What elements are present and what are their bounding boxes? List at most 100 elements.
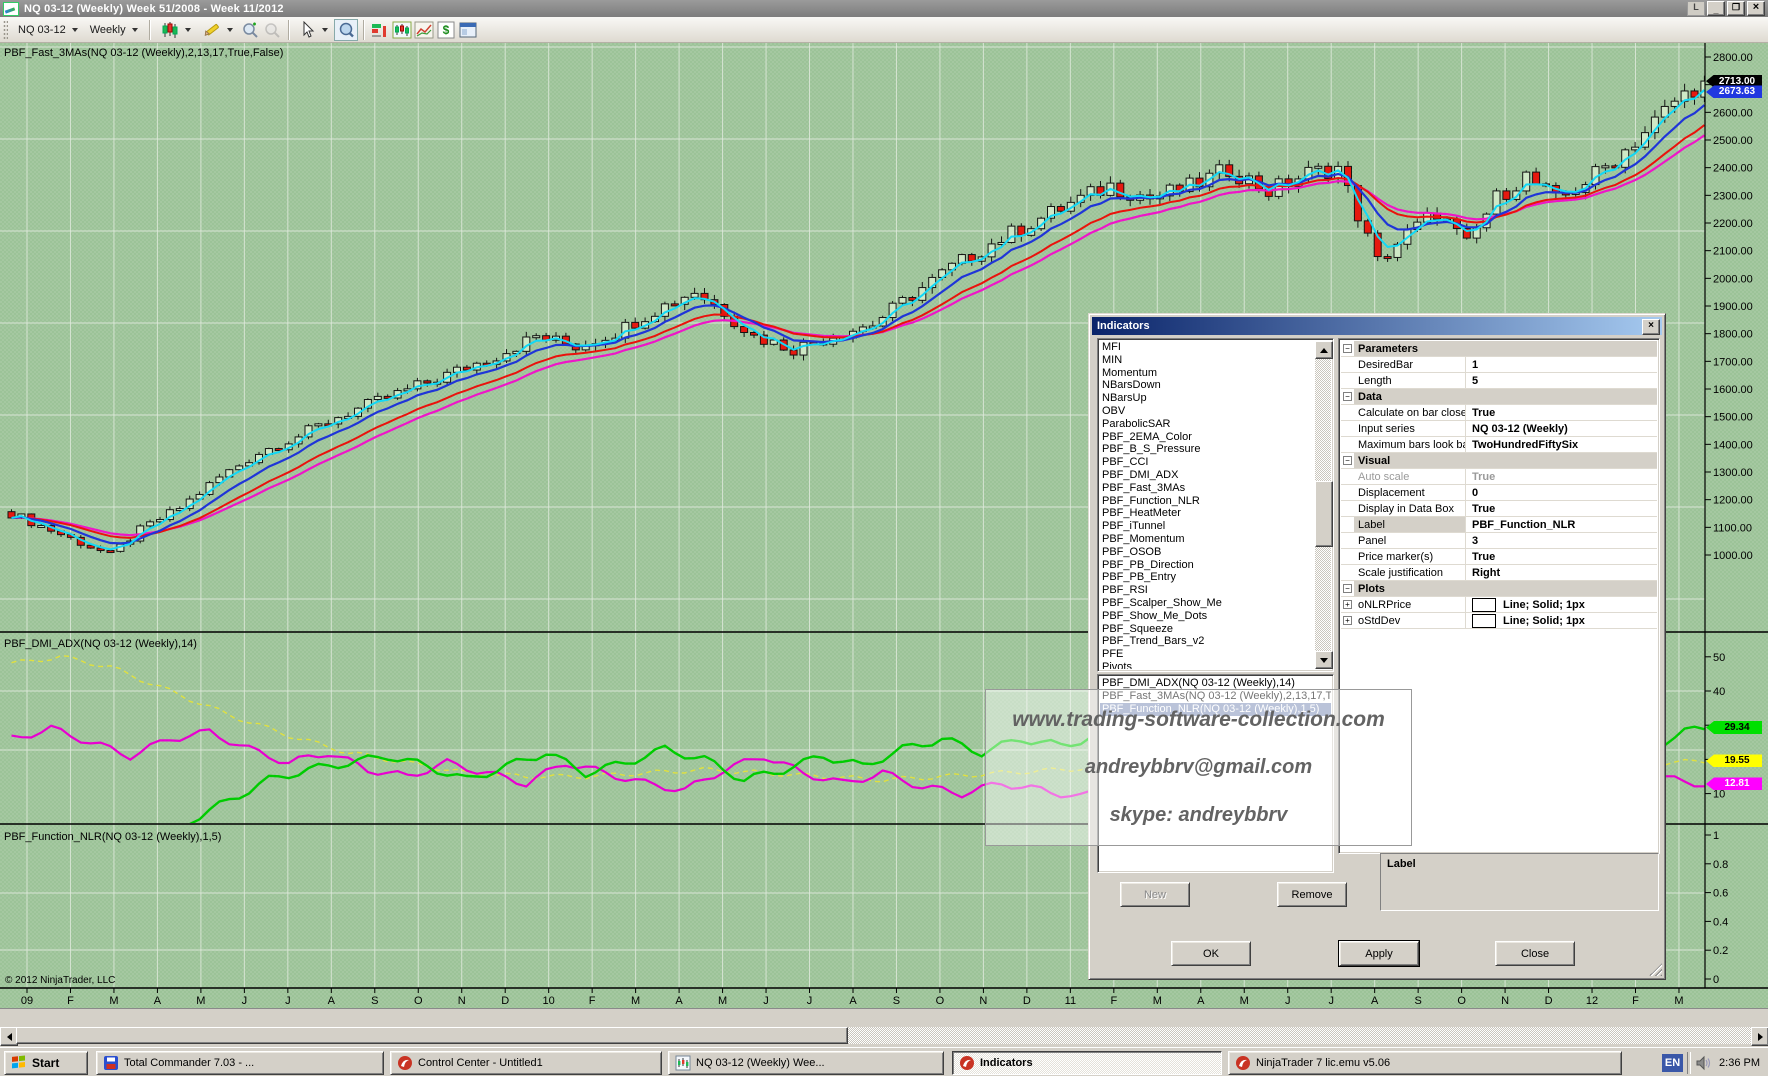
property-row[interactable]: Display in Data BoxTrue bbox=[1341, 501, 1657, 517]
zoom-in-button[interactable] bbox=[239, 20, 261, 40]
taskbar-button-ninjatrader-7-lic-emu-v5-06[interactable]: NinjaTrader 7 lic.emu v5.06 bbox=[1228, 1051, 1622, 1075]
property-value[interactable]: Right bbox=[1466, 565, 1657, 580]
property-value[interactable]: 5 bbox=[1466, 373, 1657, 388]
taskbar-button-indicators[interactable]: Indicators bbox=[952, 1051, 1222, 1075]
new-chart-button[interactable] bbox=[391, 20, 413, 40]
property-value[interactable]: Line; Solid; 1px bbox=[1466, 597, 1657, 612]
indicator-list-item[interactable]: PBF_Fast_3MAs bbox=[1100, 482, 1315, 495]
indicator-list-item[interactable]: PBF_CCI bbox=[1100, 456, 1315, 469]
property-value[interactable]: True bbox=[1466, 501, 1657, 516]
collapse-icon[interactable]: − bbox=[1343, 456, 1352, 465]
clock[interactable]: 2:36 PM bbox=[1713, 1057, 1768, 1069]
expand-icon[interactable]: + bbox=[1343, 600, 1352, 609]
scroll-down-button[interactable] bbox=[1315, 651, 1333, 669]
property-value[interactable]: PBF_Function_NLR bbox=[1466, 517, 1657, 532]
property-row[interactable]: DesiredBar1 bbox=[1341, 357, 1657, 373]
taskbar-button-control-center-untitled1[interactable]: Control Center - Untitled1 bbox=[390, 1051, 662, 1075]
property-section-header[interactable]: −Visual bbox=[1341, 453, 1657, 469]
property-row[interactable]: +oStdDevLine; Solid; 1px bbox=[1341, 613, 1657, 629]
property-value[interactable]: 1 bbox=[1466, 357, 1657, 372]
indicator-list-item[interactable]: NBarsUp bbox=[1100, 392, 1315, 405]
expand-icon[interactable]: + bbox=[1343, 616, 1352, 625]
indicator-list-item[interactable]: PBF_Scalper_Show_Me bbox=[1100, 597, 1315, 610]
new-button[interactable]: New bbox=[1120, 882, 1190, 907]
indicator-list-item[interactable]: PBF_Squeeze bbox=[1100, 623, 1315, 636]
indicator-list-item[interactable]: PBF_Show_Me_Dots bbox=[1100, 610, 1315, 623]
collapse-icon[interactable]: − bbox=[1343, 392, 1352, 401]
indicator-list-item[interactable]: PBF_DMI_ADX bbox=[1100, 469, 1315, 482]
property-row[interactable]: Calculate on bar closeTrue bbox=[1341, 405, 1657, 421]
property-value[interactable]: TwoHundredFiftySix bbox=[1466, 437, 1657, 452]
zoom-out-button[interactable] bbox=[261, 20, 283, 40]
property-row[interactable]: Scale justificationRight bbox=[1341, 565, 1657, 581]
property-value[interactable]: Line; Solid; 1px bbox=[1466, 613, 1657, 628]
plot-color-swatch[interactable] bbox=[1472, 598, 1496, 612]
property-value[interactable]: 0 bbox=[1466, 485, 1657, 500]
account-data-button[interactable]: $ bbox=[435, 20, 457, 40]
property-row[interactable]: +oNLRPriceLine; Solid; 1px bbox=[1341, 597, 1657, 613]
collapse-icon[interactable]: − bbox=[1343, 344, 1352, 353]
indicator-list-item[interactable]: PBF_PB_Entry bbox=[1100, 571, 1315, 584]
dialog-titlebar[interactable]: Indicators × bbox=[1092, 317, 1662, 335]
minimize-button[interactable]: _ bbox=[1707, 1, 1725, 16]
property-value[interactable]: True bbox=[1466, 405, 1657, 420]
indicator-list-item[interactable]: PBF_OSOB bbox=[1100, 546, 1315, 559]
property-section-header[interactable]: −Plots bbox=[1341, 581, 1657, 597]
property-value[interactable]: 3 bbox=[1466, 533, 1657, 548]
close-button-dialog[interactable]: Close bbox=[1495, 941, 1575, 966]
link-button[interactable]: L bbox=[1687, 1, 1705, 16]
indicator-list-item[interactable]: PBF_Trend_Bars_v2 bbox=[1100, 635, 1315, 648]
indicator-list-item[interactable]: PBF_PB_Direction bbox=[1100, 559, 1315, 572]
list-scrollbar[interactable] bbox=[1315, 341, 1331, 669]
property-value[interactable]: NQ 03-12 (Weekly) bbox=[1466, 421, 1657, 436]
language-indicator[interactable]: EN bbox=[1662, 1054, 1683, 1072]
indicator-list-item[interactable]: PFE bbox=[1100, 648, 1315, 661]
property-row[interactable]: Panel3 bbox=[1341, 533, 1657, 549]
indicator-list-item[interactable]: MIN bbox=[1100, 354, 1315, 367]
property-row[interactable]: Displacement0 bbox=[1341, 485, 1657, 501]
data-box-button[interactable] bbox=[334, 19, 358, 41]
plot-color-swatch[interactable] bbox=[1472, 614, 1496, 628]
scroll-right-button[interactable] bbox=[1751, 1027, 1768, 1046]
dialog-close-button[interactable]: × bbox=[1642, 319, 1660, 335]
property-value[interactable]: True bbox=[1466, 549, 1657, 564]
indicator-list-item[interactable]: PBF_iTunnel bbox=[1100, 520, 1315, 533]
dialog-resize-grip[interactable] bbox=[1649, 963, 1662, 976]
indicator-list-item[interactable]: ParabolicSAR bbox=[1100, 418, 1315, 431]
scroll-up-button[interactable] bbox=[1315, 341, 1333, 359]
property-section-header[interactable]: −Data bbox=[1341, 389, 1657, 405]
property-row[interactable]: Maximum bars look backTwoHundredFiftySix bbox=[1341, 437, 1657, 453]
panel-properties-button[interactable] bbox=[457, 20, 479, 40]
property-row[interactable]: Price marker(s)True bbox=[1341, 549, 1657, 565]
taskbar-button-nq-03-12-weekly-wee[interactable]: NQ 03-12 (Weekly) Wee... bbox=[668, 1051, 944, 1075]
close-button[interactable]: × bbox=[1747, 1, 1765, 16]
start-button[interactable]: Start bbox=[4, 1051, 88, 1075]
period-dropdown[interactable]: Weekly bbox=[84, 19, 144, 41]
property-row[interactable]: Length5 bbox=[1341, 373, 1657, 389]
property-section-header[interactable]: −Parameters bbox=[1341, 341, 1657, 357]
apply-button[interactable]: Apply bbox=[1339, 941, 1419, 966]
indicator-list-item[interactable]: PBF_B_S_Pressure bbox=[1100, 443, 1315, 456]
toolbar-grip[interactable] bbox=[3, 20, 8, 40]
indicator-list-item[interactable]: MFI bbox=[1100, 341, 1315, 354]
indicator-list-item[interactable]: Momentum bbox=[1100, 367, 1315, 380]
ok-button[interactable]: OK bbox=[1171, 941, 1251, 966]
indicator-list-item[interactable]: PBF_Momentum bbox=[1100, 533, 1315, 546]
restore-button[interactable]: ❐ bbox=[1727, 1, 1745, 16]
indicator-list-item[interactable]: PBF_Function_NLR bbox=[1100, 495, 1315, 508]
property-row[interactable]: Auto scaleTrue bbox=[1341, 469, 1657, 485]
property-value[interactable]: True bbox=[1466, 469, 1657, 484]
indicator-list-item[interactable]: PBF_RSI bbox=[1100, 584, 1315, 597]
taskbar-button-total-commander-7-03[interactable]: Total Commander 7.03 - ... bbox=[96, 1051, 384, 1075]
hscrollbar-thumb[interactable] bbox=[16, 1027, 848, 1044]
market-analyzer-button[interactable] bbox=[369, 20, 391, 40]
line-chart-button[interactable] bbox=[413, 20, 435, 40]
volume-icon[interactable] bbox=[1695, 1055, 1713, 1071]
chart-horizontal-scrollbar[interactable] bbox=[0, 1027, 1768, 1044]
indicator-list-item[interactable]: NBarsDown bbox=[1100, 379, 1315, 392]
remove-button[interactable]: Remove bbox=[1277, 882, 1347, 907]
indicator-list-item[interactable]: PBF_2EMA_Color bbox=[1100, 431, 1315, 444]
instrument-dropdown[interactable]: NQ 03-12 bbox=[12, 19, 84, 41]
indicator-list-item[interactable]: PBF_HeatMeter bbox=[1100, 507, 1315, 520]
cursor-mode-button[interactable] bbox=[294, 19, 334, 41]
